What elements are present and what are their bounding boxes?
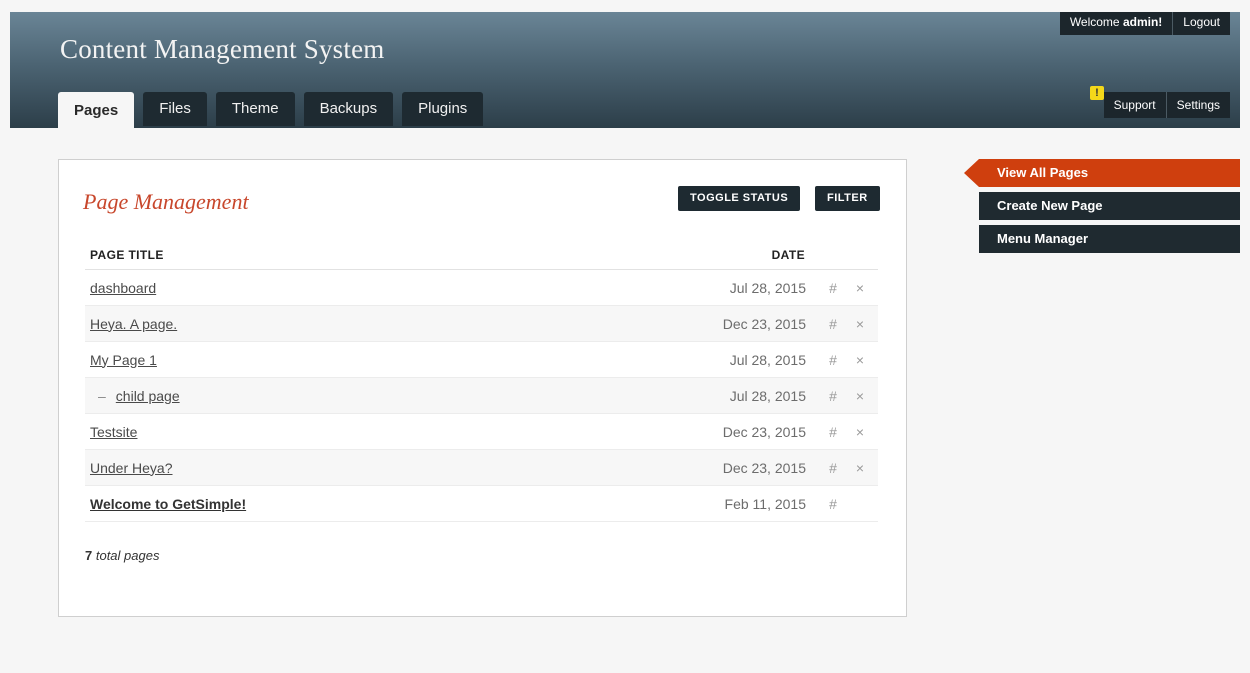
delete-icon[interactable]: × xyxy=(842,388,878,404)
hash-icon[interactable]: # xyxy=(824,388,842,404)
user-bar: Welcome admin! Logout xyxy=(1059,12,1230,35)
table-row: Under Heya? Dec 23, 2015 # × xyxy=(85,450,878,486)
page-link[interactable]: Under Heya? xyxy=(90,460,173,476)
page-management-panel: Page Management TOGGLE STATUS FILTER PAG… xyxy=(58,159,907,617)
username[interactable]: admin! xyxy=(1123,15,1162,29)
page-date: Dec 23, 2015 xyxy=(722,423,806,440)
delete-icon[interactable]: × xyxy=(842,280,878,296)
hash-icon[interactable]: # xyxy=(824,352,842,368)
sidebar-item-view-all-pages[interactable]: View All Pages xyxy=(964,159,1240,187)
page-date: Jul 28, 2015 xyxy=(729,279,806,296)
table-row: Welcome to GetSimple! Feb 11, 2015 # xyxy=(85,486,878,522)
hash-icon[interactable]: # xyxy=(824,496,842,512)
table-row: My Page 1 Jul 28, 2015 # × xyxy=(85,342,878,378)
col-page-title: PAGE TITLE xyxy=(90,247,164,262)
page-date: Feb 11, 2015 xyxy=(724,495,806,512)
delete-icon[interactable]: × xyxy=(842,424,878,440)
page-link[interactable]: Welcome to GetSimple! xyxy=(90,496,246,512)
hash-icon[interactable]: # xyxy=(824,316,842,332)
hash-icon[interactable]: # xyxy=(824,280,842,296)
page-link[interactable]: dashboard xyxy=(90,280,156,296)
table-row: dashboard Jul 28, 2015 # × xyxy=(85,270,878,306)
delete-icon[interactable]: × xyxy=(842,352,878,368)
tab-theme[interactable]: Theme xyxy=(215,92,295,126)
pages-table: PAGE TITLE DATE dashboard Jul 28, 2015 #… xyxy=(85,240,878,522)
table-row: Heya. A page. Dec 23, 2015 # × xyxy=(85,306,878,342)
page-date: Jul 28, 2015 xyxy=(729,387,806,404)
logout-link[interactable]: Logout xyxy=(1172,12,1230,35)
child-indent-dash: – xyxy=(98,387,106,404)
table-header: PAGE TITLE DATE xyxy=(85,240,878,270)
page-link[interactable]: My Page 1 xyxy=(90,352,157,368)
tab-pages[interactable]: Pages xyxy=(58,92,135,128)
page-date: Dec 23, 2015 xyxy=(722,315,806,332)
tab-plugins[interactable]: Plugins xyxy=(402,92,484,126)
tab-backups[interactable]: Backups xyxy=(303,92,394,126)
main-tabs: Pages Files Theme Backups Plugins xyxy=(58,92,484,128)
sidebar-item-menu-manager[interactable]: Menu Manager xyxy=(979,225,1240,253)
tab-files[interactable]: Files xyxy=(143,92,207,126)
page-date: Jul 28, 2015 xyxy=(729,351,806,368)
hash-icon[interactable]: # xyxy=(824,424,842,440)
page-link[interactable]: child page xyxy=(116,388,180,404)
site-title: Content Management System xyxy=(60,34,385,64)
page-link[interactable]: Heya. A page. xyxy=(90,316,177,332)
hash-icon[interactable]: # xyxy=(824,460,842,476)
delete-icon[interactable]: × xyxy=(842,316,878,332)
welcome-text: Welcome admin! xyxy=(1059,12,1173,35)
page-date: Dec 23, 2015 xyxy=(722,459,806,476)
col-date: DATE xyxy=(771,247,805,262)
settings-link[interactable]: Settings xyxy=(1165,92,1230,118)
page-link[interactable]: Testsite xyxy=(90,424,137,440)
filter-button[interactable]: FILTER xyxy=(815,186,880,211)
delete-icon[interactable]: × xyxy=(842,460,878,476)
header: Content Management System Pages Files Th… xyxy=(10,12,1240,128)
toggle-status-button[interactable]: TOGGLE STATUS xyxy=(678,186,801,211)
table-row: – child page Jul 28, 2015 # × xyxy=(85,378,878,414)
total-pages: 7 total pages xyxy=(85,548,160,563)
sidebar-item-create-new-page[interactable]: Create New Page xyxy=(979,192,1240,220)
alert-icon[interactable]: ! xyxy=(1090,86,1104,100)
page-title: Page Management xyxy=(83,189,249,214)
utility-bar: Support Settings xyxy=(1103,92,1230,118)
table-row: Testsite Dec 23, 2015 # × xyxy=(85,414,878,450)
support-link[interactable]: Support xyxy=(1103,92,1166,118)
sidebar: View All Pages Create New Page Menu Mana… xyxy=(964,159,1240,258)
